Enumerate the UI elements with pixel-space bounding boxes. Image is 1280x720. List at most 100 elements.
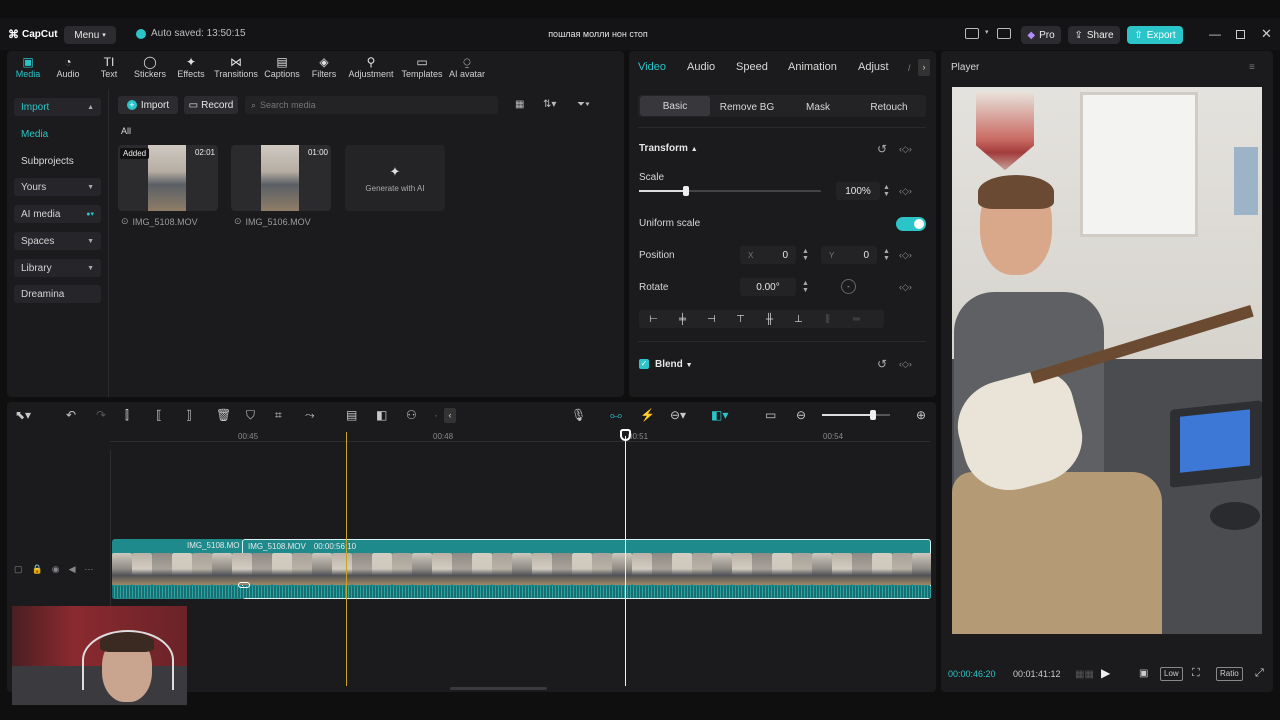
reset-icon[interactable]: ↺ [877,142,887,156]
keyboard-icon[interactable] [997,28,1011,39]
uniform-scale-toggle[interactable] [896,217,926,231]
media-item-2[interactable]: 01:00 [231,145,331,211]
ai-effect-icon[interactable]: ⚇ [406,408,417,422]
microphone-icon[interactable]: 🎙 [571,408,586,422]
chevron-down-icon[interactable]: ▾ [985,28,989,36]
rotate-dial-icon[interactable]: - [841,279,856,294]
undo-icon[interactable]: ↶ [66,408,76,422]
blend-checkbox[interactable]: ✓ [639,359,649,369]
zoom-in-icon[interactable]: ⊕ [916,408,926,422]
menu-icon[interactable]: ≡ [1249,62,1255,73]
close-icon[interactable]: ✕ [1261,26,1272,42]
sidebar-item-import[interactable]: Import ▲ [14,98,101,116]
align-center-v-icon[interactable]: ╫ [755,314,784,325]
align-right-icon[interactable]: ⊣ [697,314,726,325]
export-button[interactable]: ⇧ Export [1127,26,1183,44]
more-icon[interactable]: ⋯ [85,564,94,575]
layout-icon[interactable] [965,28,979,39]
filter-all[interactable]: All [121,126,131,136]
cover-icon[interactable]: ▢ [14,564,23,575]
keyframe-icon[interactable]: ‹◇› [899,282,912,293]
tab-adjust[interactable]: Adjust [858,61,889,73]
align-center-h-icon[interactable]: ╪ [668,314,697,325]
sidebar-item-subprojects[interactable]: Subprojects [14,152,101,170]
transform-section[interactable]: Transform ▲ [639,143,698,154]
search-input[interactable] [260,100,481,110]
stepper-icon[interactable]: ▲ ▼ [802,280,809,294]
select-tool-icon[interactable]: ⬉▾ [15,408,31,422]
playhead-handle-icon[interactable] [620,429,631,441]
import-button[interactable]: + Import [118,96,178,114]
frame-grid-icon[interactable]: ▦▦ [1075,669,1094,680]
toolbar-captions[interactable]: ▤ Captions [259,55,305,83]
align-left-icon[interactable]: ⊢ [639,314,668,325]
volume-icon[interactable]: ◀ [69,564,76,575]
toolbar-filters[interactable]: ◈ Filters [301,55,347,83]
toolbar-ai-avatar[interactable]: ⍜ AI avatar [444,55,490,83]
video-preview[interactable] [952,87,1262,634]
link-clips-icon[interactable]: ⊖▾ [670,408,686,422]
media-item-1[interactable]: Added 02:01 [118,145,218,211]
mirror-icon[interactable]: ◧ [376,408,387,422]
zoom-slider-handle[interactable] [870,410,876,420]
reset-icon[interactable]: ↺ [877,357,887,371]
scale-slider-handle[interactable] [683,186,690,196]
crop-focus-icon[interactable]: ⛶ [1192,667,1200,680]
audio-wave-icon[interactable]: ▣ [1139,668,1148,679]
maximize-icon[interactable] [1236,30,1245,39]
sidebar-item-library[interactable]: Library ▼ [14,259,101,277]
distribute-v-icon[interactable]: ═ [842,314,871,325]
zoom-slider-track[interactable] [822,410,890,420]
tab-audio[interactable]: Audio [687,61,715,73]
more-dots-icon[interactable]: · [434,408,438,422]
playhead[interactable] [625,436,626,686]
blend-section[interactable]: Blend ▼ [655,359,693,370]
keyframe-icon[interactable]: ‹◇› [899,359,912,370]
tab-video[interactable]: Video [638,61,666,73]
subtab-remove-bg[interactable]: Remove BG [712,97,782,117]
keyframe-icon[interactable]: ‹◇› [899,144,912,155]
lock-icon[interactable]: 🔒 [32,564,43,575]
delete-icon[interactable]: 🗑 [216,408,231,422]
subtab-basic[interactable]: Basic [640,96,710,116]
crop-icon[interactable]: ⌗ [275,408,282,423]
toolbar-transitions[interactable]: ⋈ Transitions [213,55,259,83]
ratio-button[interactable]: Ratio [1216,667,1243,681]
play-icon[interactable]: ▶ [1101,666,1110,680]
align-bottom-icon[interactable]: ⊥ [784,314,813,325]
main-track-magnet-icon[interactable]: ⧟ [610,408,622,423]
toolbar-adjustment[interactable]: ⚲ Adjustment [346,55,396,83]
tab-speed[interactable]: Speed [736,61,768,73]
stepper-icon[interactable]: ▲ ▼ [802,248,809,262]
subtitle-icon[interactable]: ▭ [765,408,776,422]
zoom-out-icon[interactable]: ⊖ [796,408,806,422]
sort-icon[interactable]: ⇅▾ [543,99,556,110]
auto-snap-icon[interactable]: ⚡ [640,408,655,422]
shield-icon[interactable]: ⛉ [246,408,255,423]
sidebar-item-dreamina[interactable]: Dreamina [14,285,101,303]
scale-slider-track[interactable] [639,186,821,196]
toolbar-audio[interactable]: ◔ Audio [45,55,91,83]
generate-with-ai-card[interactable]: ✦ Generate with AI [345,145,445,211]
speed-curve-icon[interactable]: ⤳ [305,408,315,423]
redo-icon[interactable]: ↷ [96,408,106,422]
align-top-icon[interactable]: ⊤ [726,314,755,325]
filter-icon[interactable]: ⏷▾ [577,99,590,110]
quality-button[interactable]: Low [1160,667,1183,681]
minimize-icon[interactable]: — [1209,27,1221,41]
keyframe-icon[interactable]: ‹◇› [899,250,912,261]
subtab-retouch[interactable]: Retouch [854,97,924,117]
position-y-field[interactable]: Y0 [821,246,877,264]
scale-value[interactable]: 100% [836,182,880,200]
sidebar-item-spaces[interactable]: Spaces ▼ [14,232,101,250]
sidebar-item-ai-media[interactable]: AI media ●▾ [14,205,101,223]
chevron-right-icon[interactable]: › [918,59,930,76]
stepper-icon[interactable]: ▲ ▼ [883,184,890,198]
auto-caption-icon[interactable]: ▤ [346,408,357,422]
eye-icon[interactable]: ◉ [52,564,60,575]
view-grid-icon[interactable]: ▦ [515,99,524,110]
preview-axis-icon[interactable]: ◧▾ [711,408,728,422]
toolbar-stickers[interactable]: ◯ Stickers [127,55,173,83]
position-x-field[interactable]: X0 [740,246,796,264]
keyframe-icon[interactable]: ‹◇› [899,186,912,197]
